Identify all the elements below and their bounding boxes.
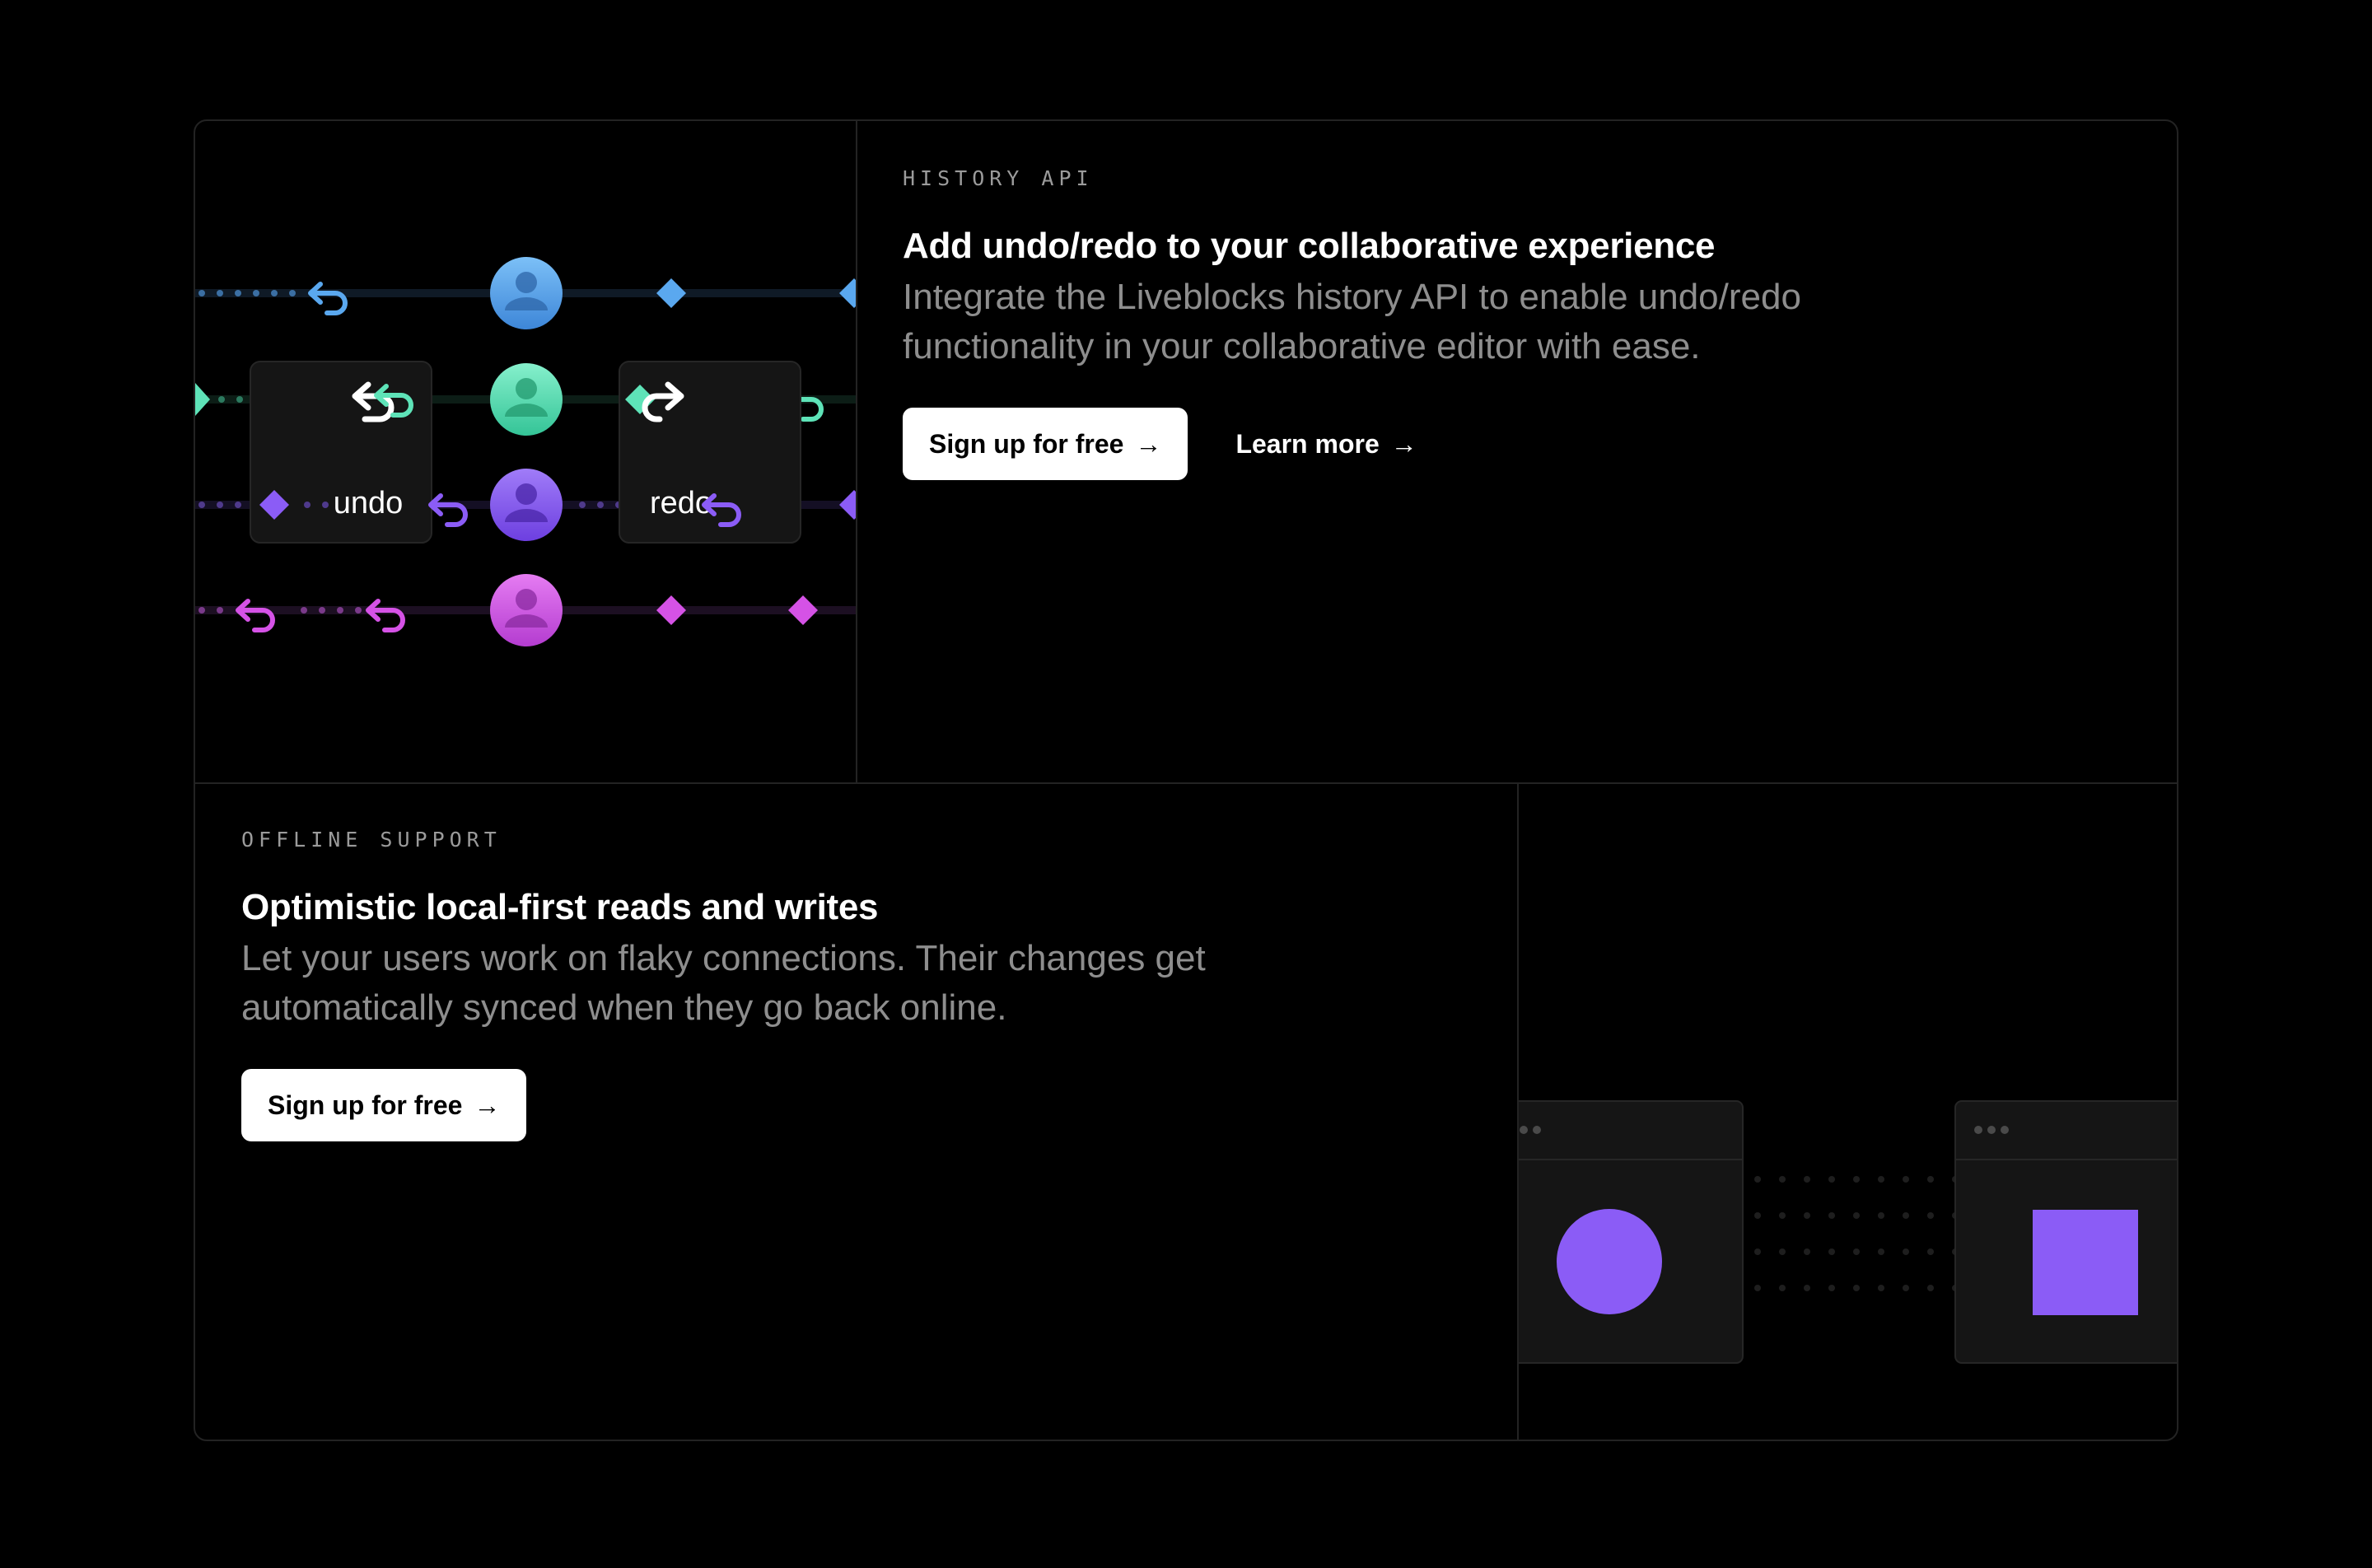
arrow-right-icon: →	[1135, 428, 1162, 459]
offline-illustration	[1519, 1100, 2177, 1364]
history-signup-label: Sign up for free	[929, 428, 1124, 459]
offline-eyebrow: OFFLINE SUPPORT	[241, 828, 502, 852]
divider-vertical-top	[856, 121, 857, 782]
redo-box: redo	[619, 361, 801, 544]
arrow-right-icon: →	[1390, 428, 1417, 459]
history-description: Integrate the Liveblocks history API to …	[903, 277, 1801, 366]
sync-dots	[1754, 1176, 1959, 1291]
history-actions: Sign up for free → Learn more →	[903, 408, 1940, 480]
offline-title: Optimistic local-first reads and writes	[241, 887, 879, 927]
offline-actions: Sign up for free →	[241, 1069, 1279, 1141]
undo-box: undo	[250, 361, 432, 544]
history-illustration: undo redo	[195, 257, 856, 646]
offline-panel: OFFLINE SUPPORT Optimistic local-first r…	[241, 828, 1279, 1141]
avatar-purple	[490, 469, 563, 541]
history-panel: HISTORY API Add undo/redo to your collab…	[903, 166, 1940, 480]
offline-signup-button[interactable]: Sign up for free →	[241, 1069, 527, 1141]
features-card: undo redo HISTORY API Add undo/redo to y…	[194, 119, 2178, 1441]
learn-more-label: Learn more	[1235, 428, 1380, 459]
window-left	[1519, 1100, 1744, 1364]
avatar-magenta	[490, 574, 563, 646]
undo-arrow-icon	[308, 282, 348, 315]
offline-description: Let your users work on flaky connections…	[241, 938, 1206, 1028]
history-title: Add undo/redo to your collaborative expe…	[903, 226, 1716, 266]
square-shape	[2033, 1210, 2138, 1315]
offline-signup-label: Sign up for free	[268, 1090, 463, 1120]
arrow-right-icon: →	[474, 1090, 501, 1120]
window-right	[1954, 1100, 2177, 1364]
history-signup-button[interactable]: Sign up for free →	[903, 408, 1188, 480]
avatar-blue	[490, 257, 563, 329]
learn-more-link[interactable]: Learn more →	[1235, 429, 1417, 460]
history-eyebrow: HISTORY API	[903, 166, 1094, 190]
circle-shape	[1557, 1209, 1662, 1314]
undo-label: undo	[334, 486, 404, 520]
avatar-teal	[490, 363, 563, 436]
